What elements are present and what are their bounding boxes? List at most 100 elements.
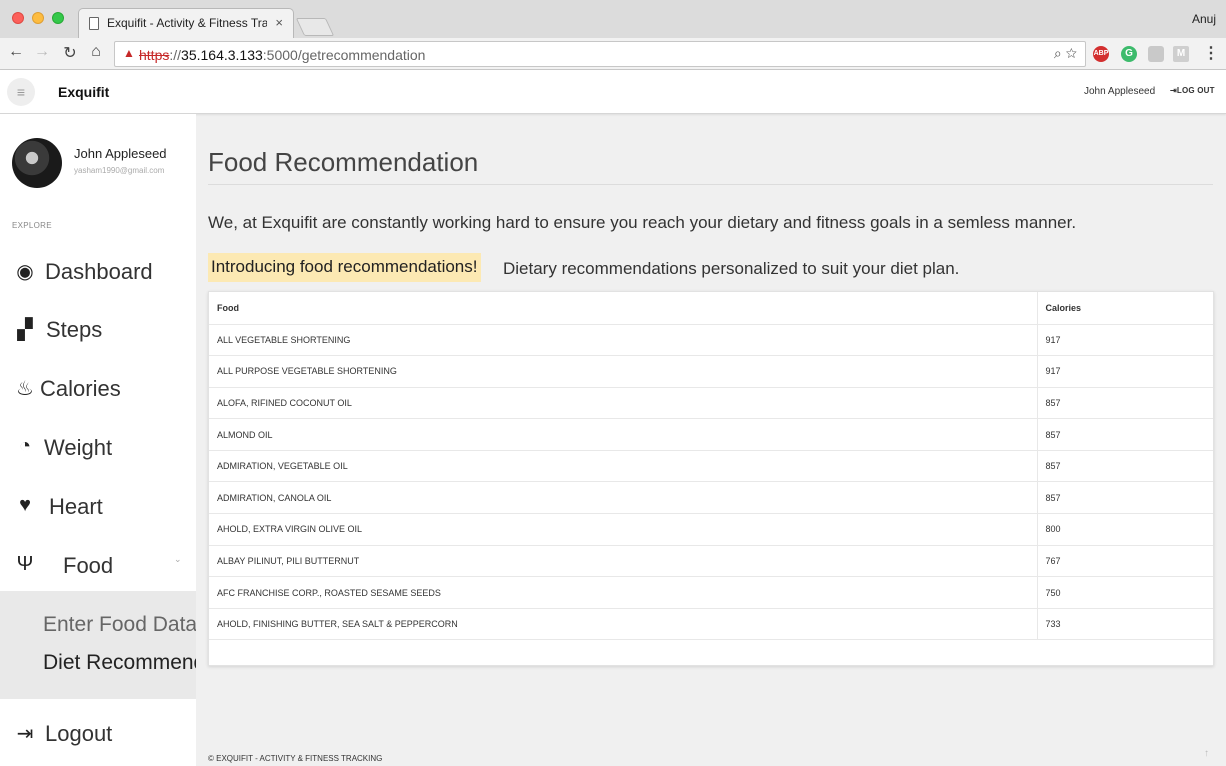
title-divider	[208, 184, 1213, 185]
url-text: https://35.164.3.133:5000/getrecommendat…	[139, 47, 425, 63]
table-row[interactable]: ALL PURPOSE VEGETABLE SHORTENING 917	[209, 355, 1213, 388]
browser-toolbar: ← → ↻ ⌂ ▲ https://35.164.3.133:5000/getr…	[0, 38, 1226, 70]
home-icon[interactable]: ⌂	[86, 43, 106, 61]
food-name-cell: AHOLD, FINISHING BUTTER, SEA SALT & PEPP…	[209, 608, 1037, 641]
table-row[interactable]: ALL VEGETABLE SHORTENING 917	[209, 324, 1213, 357]
page-title: Food Recommendation	[208, 147, 479, 177]
sidebar-item-label: Steps	[46, 317, 103, 342]
calories-cell: 857	[1036, 450, 1213, 483]
food-name-cell: AFC FRANCHISE CORP., ROASTED SESAME SEED…	[209, 576, 1037, 609]
food-name-cell: ALMOND OIL	[209, 418, 1037, 451]
recommendation-table: Food Calories ALL VEGETABLE SHORTENING 91…	[209, 292, 1213, 641]
adblock-extension-icon[interactable]: ABP	[1093, 46, 1109, 62]
chevron-down-icon[interactable]: ⌄	[174, 554, 182, 565]
url-path: :5000/getrecommendation	[262, 47, 426, 63]
food-name-cell: ADMIRATION, CANOLA OIL	[209, 481, 1037, 515]
main-content: Food Recommendation We, at Exquifit are …	[196, 114, 1226, 766]
drive-extension-icon[interactable]	[1148, 46, 1164, 62]
submenu-enter-food-data[interactable]: Enter Food Data	[43, 613, 196, 637]
brand-logo[interactable]: Exquifit	[58, 84, 109, 100]
gauge-icon: ◔	[18, 435, 32, 457]
back-arrow-icon[interactable]: ←	[6, 43, 26, 61]
food-name-cell: ALL PURPOSE VEGETABLE SHORTENING	[209, 355, 1037, 388]
intro-text: We, at Exquifit are constantly working h…	[208, 213, 1077, 232]
calories-cell: 857	[1036, 387, 1213, 420]
not-secure-warning-icon[interactable]: ▲	[123, 46, 135, 60]
browser-menu-icon[interactable]: ⋮	[1203, 43, 1219, 63]
new-tab-button[interactable]	[295, 18, 335, 36]
zoom-and-bookmark-icons[interactable]: ⌕ ☆	[1054, 45, 1077, 62]
column-header-calories[interactable]: Calories	[1036, 292, 1213, 325]
table-row[interactable]: ALBAY PILINUT, PILI BUTTERNUT 767	[209, 545, 1213, 578]
hamburger-menu-icon[interactable]: ≡	[7, 78, 35, 106]
sign-out-icon: ⇥	[1170, 86, 1177, 95]
maximize-window-button[interactable]	[52, 12, 64, 24]
sidebar-item-label: Weight	[44, 435, 113, 460]
minimize-window-button[interactable]	[32, 12, 44, 24]
reload-icon[interactable]: ↻	[60, 43, 80, 63]
table-row[interactable]: AFC FRANCHISE CORP., ROASTED SESAME SEED…	[209, 576, 1213, 609]
scroll-to-top-icon[interactable]: ↑	[1204, 748, 1209, 759]
calories-cell: 857	[1036, 481, 1213, 515]
avatar[interactable]	[12, 138, 62, 188]
header-logout-label: LOG OUT	[1176, 86, 1215, 95]
grammarly-extension-icon[interactable]: G	[1121, 46, 1137, 62]
app-header: ≡ Exquifit John Appleseed ⇥LOG OUT	[0, 70, 1226, 114]
table-row[interactable]: AHOLD, FINISHING BUTTER, SEA SALT & PEPP…	[209, 608, 1213, 641]
column-header-food[interactable]: Food	[209, 292, 1037, 325]
forward-arrow-icon[interactable]: →	[32, 43, 52, 61]
sidebar-item-label: Calories	[40, 376, 121, 401]
sidebar-item-heart[interactable]: ♥ Heart	[12, 490, 192, 524]
tab-title: Exquifit - Activity & Fitness Tra	[107, 16, 267, 30]
sidebar-user-name: John Appleseed	[74, 146, 167, 161]
food-name-cell: ADMIRATION, VEGETABLE OIL	[209, 450, 1037, 483]
header-user-name[interactable]: John Appleseed	[1084, 86, 1155, 97]
table-header-row: Food Calories	[209, 292, 1213, 325]
road-icon: ▞	[17, 319, 33, 341]
table-row[interactable]: ALMOND OIL 857	[209, 418, 1213, 451]
sidebar-item-weight[interactable]: ◔ Weight	[12, 431, 192, 465]
submenu-diet-recommendation[interactable]: Diet Recommendation	[43, 651, 196, 675]
calories-cell: 750	[1036, 576, 1213, 609]
fire-icon: ♨	[16, 378, 34, 400]
table-row[interactable]: AHOLD, EXTRA VIRGIN OLIVE OIL 800	[209, 513, 1213, 546]
table-row[interactable]: ALOFA, RIFINED COCONUT OIL 857	[209, 387, 1213, 420]
sidebar-item-steps[interactable]: ▞ Steps	[12, 313, 192, 347]
calories-cell: 917	[1036, 355, 1213, 388]
sidebar-item-label: Heart	[49, 494, 103, 519]
calories-cell: 733	[1036, 608, 1213, 641]
calories-cell: 767	[1036, 545, 1213, 578]
footer-copyright: © EXQUIFIT - ACTIVITY & FITNESS TRACKING	[208, 754, 383, 763]
m-extension-icon[interactable]: M	[1173, 46, 1189, 62]
close-window-button[interactable]	[12, 12, 24, 24]
food-name-cell: AHOLD, EXTRA VIRGIN OLIVE OIL	[209, 513, 1037, 546]
url-separator: ://	[169, 47, 182, 63]
calories-cell: 800	[1036, 513, 1213, 546]
sidebar-item-calories[interactable]: ♨ Calories	[12, 372, 192, 406]
calories-cell: 917	[1036, 324, 1213, 357]
sidebar-item-dashboard[interactable]: ◉ Dashboard	[12, 255, 192, 289]
tab-close-icon[interactable]: ×	[275, 15, 283, 30]
heart-icon: ♥	[19, 494, 31, 516]
tachometer-icon: ◉	[16, 261, 34, 283]
sidebar: John Appleseed yasham1990@gmail.com EXPL…	[0, 114, 196, 766]
food-name-cell: ALBAY PILINUT, PILI BUTTERNUT	[209, 545, 1037, 578]
browser-tab[interactable]: Exquifit - Activity & Fitness Tra ×	[78, 8, 294, 38]
table-body: ALL VEGETABLE SHORTENING 917 ALL PURPOSE V…	[209, 324, 1213, 641]
table-row[interactable]: ADMIRATION, VEGETABLE OIL 857	[209, 450, 1213, 483]
highlight-badge: Introducing food recommendations!	[208, 253, 481, 282]
browser-profile-name[interactable]: Anuj	[1192, 12, 1216, 26]
header-logout-button[interactable]: ⇥LOG OUT	[1170, 86, 1215, 95]
food-name-cell: ALL VEGETABLE SHORTENING	[209, 324, 1037, 357]
browser-titlebar: Exquifit - Activity & Fitness Tra × Anuj	[0, 0, 1226, 38]
recommendation-table-card: Food Calories ALL VEGETABLE SHORTENING 91…	[208, 291, 1214, 666]
food-submenu: Enter Food Data Diet Recommendation	[0, 591, 196, 699]
calories-cell: 857	[1036, 418, 1213, 451]
food-name-cell: ALOFA, RIFINED COCONUT OIL	[209, 387, 1037, 420]
sidebar-item-food[interactable]: Ψ Food	[12, 549, 192, 583]
address-bar[interactable]: ▲ https://35.164.3.133:5000/getrecommend…	[114, 41, 1086, 67]
cutlery-icon: Ψ	[16, 553, 34, 575]
table-row[interactable]: ADMIRATION, CANOLA OIL 857	[209, 481, 1213, 515]
sidebar-item-label: Food	[63, 553, 114, 578]
sidebar-item-logout[interactable]: ⇥ Logout	[12, 717, 192, 751]
